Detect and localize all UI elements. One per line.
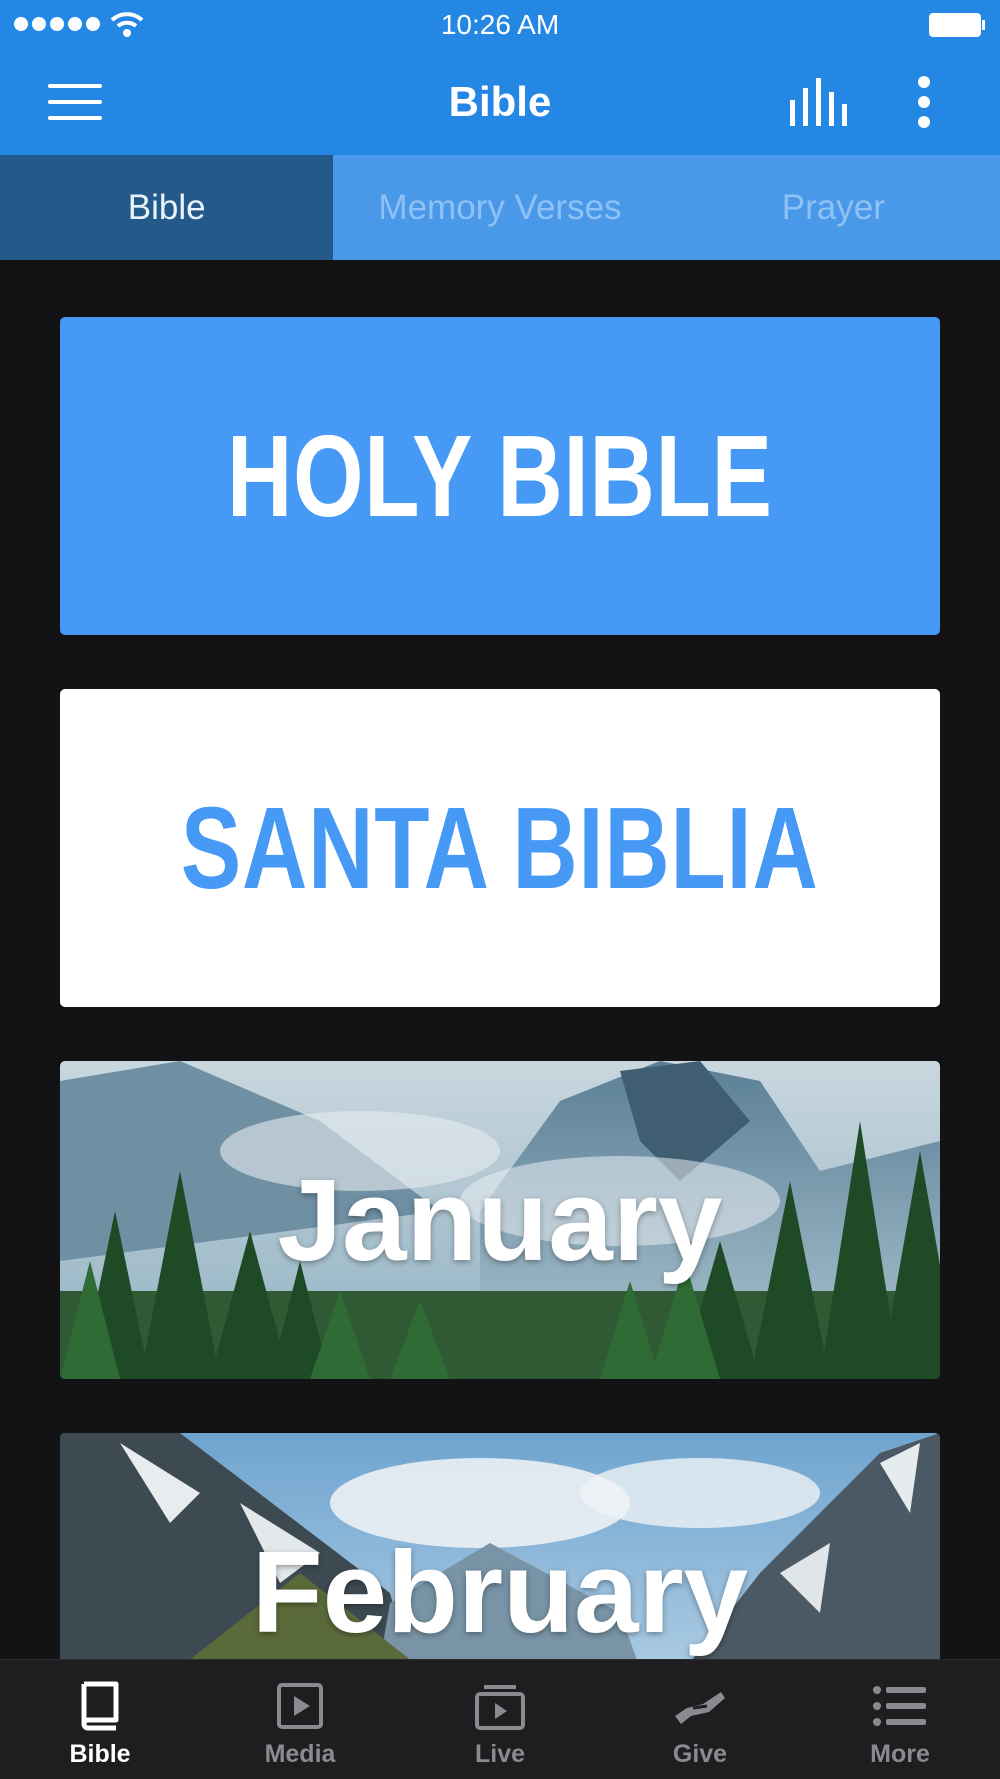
app-header: Bible [0, 50, 1000, 155]
page-title: Bible [448, 78, 552, 125]
book-icon [81, 1681, 119, 1731]
tabbar-label: Live [474, 1740, 526, 1768]
status-time: 10:26 AM [440, 9, 560, 40]
card-label: HOLY BIBLE [227, 411, 773, 541]
live-stack-icon [475, 1685, 525, 1730]
audio-levels-icon[interactable] [788, 78, 848, 126]
giving-hand-icon [675, 1692, 725, 1724]
tab-prayer[interactable]: Prayer [667, 155, 1000, 260]
tabbar-item-bible[interactable]: Bible [0, 1660, 200, 1779]
battery-icon [929, 13, 985, 37]
card-label: February [251, 1527, 749, 1657]
tabbar-item-live[interactable]: Live [400, 1660, 600, 1779]
tabbar-item-give[interactable]: Give [600, 1660, 800, 1779]
bottom-tab-bar: Bible Media Live Give More [0, 1659, 1000, 1779]
tab-bible[interactable]: Bible [0, 155, 334, 260]
holy-bible-card[interactable]: HOLY BIBLE [60, 317, 940, 635]
santa-biblia-card[interactable]: SANTA BIBLIA [60, 689, 940, 1007]
hamburger-menu-icon[interactable] [48, 84, 104, 120]
tab-memory-verses[interactable]: Memory Verses [333, 155, 666, 260]
tabbar-label: More [870, 1740, 930, 1768]
tabbar-label: Media [264, 1740, 336, 1768]
card-label: January [277, 1155, 723, 1285]
tabbar-label: Bible [69, 1740, 131, 1768]
tabbar-item-media[interactable]: Media [200, 1660, 400, 1779]
play-square-icon [277, 1683, 323, 1729]
card-label: SANTA BIBLIA [181, 783, 819, 913]
tabbar-item-more[interactable]: More [800, 1660, 1000, 1779]
status-bar: 10:26 AM [0, 0, 1000, 50]
list-icon [873, 1686, 926, 1726]
top-tabs: Bible Memory Verses Prayer [0, 155, 1000, 260]
vertical-ellipsis-icon[interactable] [912, 74, 936, 130]
january-card[interactable]: January [60, 1061, 940, 1379]
tabbar-label: Give [672, 1740, 728, 1768]
